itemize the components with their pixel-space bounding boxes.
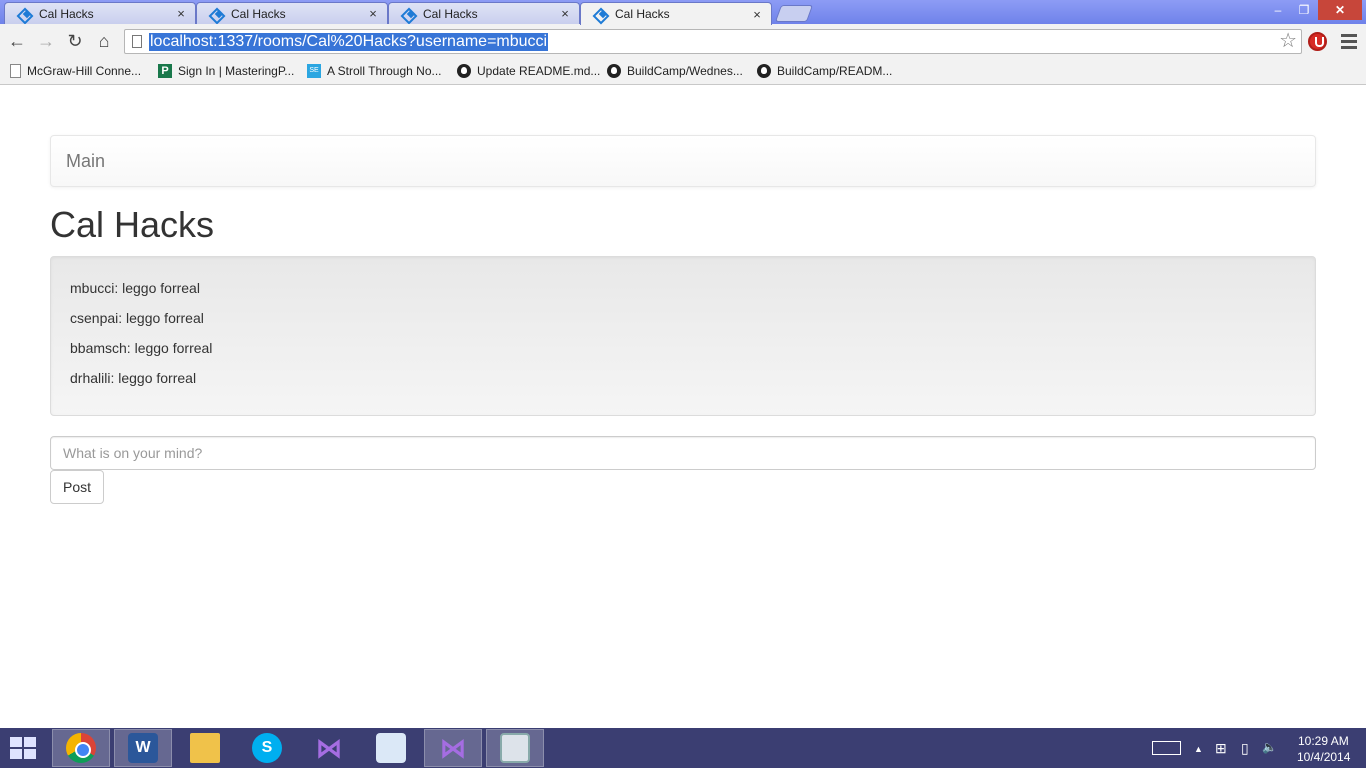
chat-message: mbucci: leggo forreal bbox=[70, 280, 200, 296]
taskbar-visual-studio-2[interactable]: ⋈ bbox=[424, 729, 482, 767]
tab-favicon-icon bbox=[19, 8, 33, 20]
visual-studio-icon: ⋈ bbox=[440, 732, 466, 763]
minimize-button[interactable]: – bbox=[1268, 0, 1288, 20]
window-close-button[interactable]: ✕ bbox=[1318, 0, 1362, 20]
tab-close-icon[interactable]: × bbox=[175, 6, 187, 21]
bookmark-label: McGraw-Hill Conne... bbox=[27, 64, 142, 78]
tab-close-icon[interactable]: × bbox=[751, 7, 763, 22]
post-button[interactable]: Post bbox=[50, 470, 104, 504]
tab-close-icon[interactable]: × bbox=[367, 6, 379, 21]
page-icon bbox=[132, 35, 142, 48]
bookmark-label: BuildCamp/READM... bbox=[777, 64, 893, 78]
github-icon bbox=[607, 64, 621, 78]
page-icon bbox=[10, 64, 21, 78]
word-icon: W bbox=[128, 733, 158, 763]
message-input[interactable] bbox=[50, 436, 1316, 470]
browser-toolbar: ← → ↻ ⌂ localhost:1337/rooms/Cal%20Hacks… bbox=[0, 24, 1366, 58]
taskbar-visual-studio[interactable]: ⋈ bbox=[300, 729, 358, 767]
browser-titlebar: Cal Hacks × Cal Hacks × Cal Hacks × Cal … bbox=[0, 0, 1366, 25]
tab-title: Cal Hacks bbox=[615, 7, 670, 21]
tab-favicon-icon bbox=[403, 8, 417, 20]
page-content: Main Cal Hacks mbucci: leggo forreal cse… bbox=[0, 86, 1366, 728]
tab-title: Cal Hacks bbox=[39, 6, 94, 21]
tab-favicon-icon bbox=[595, 8, 609, 20]
chat-message: csenpai: leggo forreal bbox=[70, 310, 204, 326]
bookmark-label: A Stroll Through No... bbox=[327, 64, 442, 78]
file-explorer-icon bbox=[190, 733, 220, 763]
bookmark-label: Update README.md... bbox=[477, 64, 601, 78]
messages-panel: mbucci: leggo forreal csenpai: leggo for… bbox=[50, 256, 1316, 416]
tab-favicon-icon bbox=[211, 8, 225, 20]
window-app-icon bbox=[500, 733, 530, 763]
home-icon[interactable]: ⌂ bbox=[93, 30, 115, 52]
bookmarks-bar: McGraw-Hill Conne... P Sign In | Masteri… bbox=[0, 58, 1366, 85]
site-navbar: Main bbox=[50, 135, 1316, 187]
network-icon[interactable]: ⊞ bbox=[1215, 740, 1227, 757]
visual-studio-icon: ⋈ bbox=[316, 732, 342, 763]
extension-stop-icon[interactable] bbox=[1308, 32, 1327, 51]
windows-taskbar: W S ⋈ ⋈ ▲ ⊞ ▯ 🔈 10:29 AM 10/4/2014 bbox=[0, 728, 1366, 768]
bookmark-item[interactable]: McGraw-Hill Conne... bbox=[10, 62, 141, 80]
forward-arrow-icon[interactable]: → bbox=[35, 30, 57, 52]
se-icon: SE bbox=[307, 64, 321, 78]
tab-cal-hacks-2[interactable]: Cal Hacks × bbox=[196, 2, 388, 24]
battery-icon[interactable]: ▯ bbox=[1241, 740, 1249, 757]
taskbar-chrome[interactable] bbox=[52, 729, 110, 767]
chrome-menu-icon[interactable] bbox=[1341, 34, 1357, 52]
tab-title: Cal Hacks bbox=[423, 6, 478, 21]
pearson-icon: P bbox=[158, 64, 172, 78]
tab-cal-hacks-1[interactable]: Cal Hacks × bbox=[4, 2, 196, 24]
clock-time[interactable]: 10:29 AM bbox=[1298, 734, 1349, 748]
reload-icon[interactable]: ↻ bbox=[64, 30, 86, 52]
volume-icon[interactable]: 🔈 bbox=[1262, 740, 1277, 754]
taskbar-word[interactable]: W bbox=[114, 729, 172, 767]
tab-cal-hacks-active[interactable]: Cal Hacks × bbox=[580, 2, 772, 25]
chat-message: bbamsch: leggo forreal bbox=[70, 340, 213, 356]
new-tab-button[interactable] bbox=[774, 5, 814, 22]
skype-icon: S bbox=[252, 733, 282, 763]
bookmark-label: BuildCamp/Wednes... bbox=[627, 64, 743, 78]
tab-title: Cal Hacks bbox=[231, 6, 286, 21]
room-title: Cal Hacks bbox=[50, 204, 215, 245]
github-icon bbox=[457, 64, 471, 78]
navbar-brand-link[interactable]: Main bbox=[66, 151, 105, 172]
taskbar-skype[interactable]: S bbox=[238, 729, 296, 767]
address-bar[interactable]: localhost:1337/rooms/Cal%20Hacks?usernam… bbox=[124, 29, 1302, 54]
github-icon bbox=[757, 64, 771, 78]
touch-keyboard-icon[interactable] bbox=[1152, 741, 1181, 755]
tab-cal-hacks-3[interactable]: Cal Hacks × bbox=[388, 2, 580, 24]
start-button-icon[interactable] bbox=[10, 737, 38, 761]
bookmark-item[interactable]: BuildCamp/READM... bbox=[757, 62, 892, 80]
bookmark-star-icon[interactable]: ☆ bbox=[1279, 30, 1297, 53]
tab-close-icon[interactable]: × bbox=[559, 6, 571, 21]
chrome-icon bbox=[66, 733, 96, 763]
maximize-button[interactable]: ❐ bbox=[1294, 0, 1314, 20]
bookmark-item[interactable]: P Sign In | MasteringP... bbox=[158, 62, 294, 80]
address-url[interactable]: localhost:1337/rooms/Cal%20Hacks?usernam… bbox=[149, 33, 549, 51]
back-arrow-icon[interactable]: ← bbox=[6, 30, 28, 52]
bookmark-item[interactable]: BuildCamp/Wednes... bbox=[607, 62, 743, 80]
bird-app-icon bbox=[376, 733, 406, 763]
bookmark-label: Sign In | MasteringP... bbox=[178, 64, 295, 78]
bookmark-item[interactable]: SE A Stroll Through No... bbox=[307, 62, 442, 80]
tray-overflow-icon[interactable]: ▲ bbox=[1194, 744, 1203, 754]
taskbar-bird-app[interactable] bbox=[362, 729, 420, 767]
clock-date[interactable]: 10/4/2014 bbox=[1297, 750, 1350, 764]
chat-message: drhalili: leggo forreal bbox=[70, 370, 197, 386]
bookmark-item[interactable]: Update README.md... bbox=[457, 62, 600, 80]
taskbar-file-explorer[interactable] bbox=[176, 729, 234, 767]
taskbar-window-app[interactable] bbox=[486, 729, 544, 767]
